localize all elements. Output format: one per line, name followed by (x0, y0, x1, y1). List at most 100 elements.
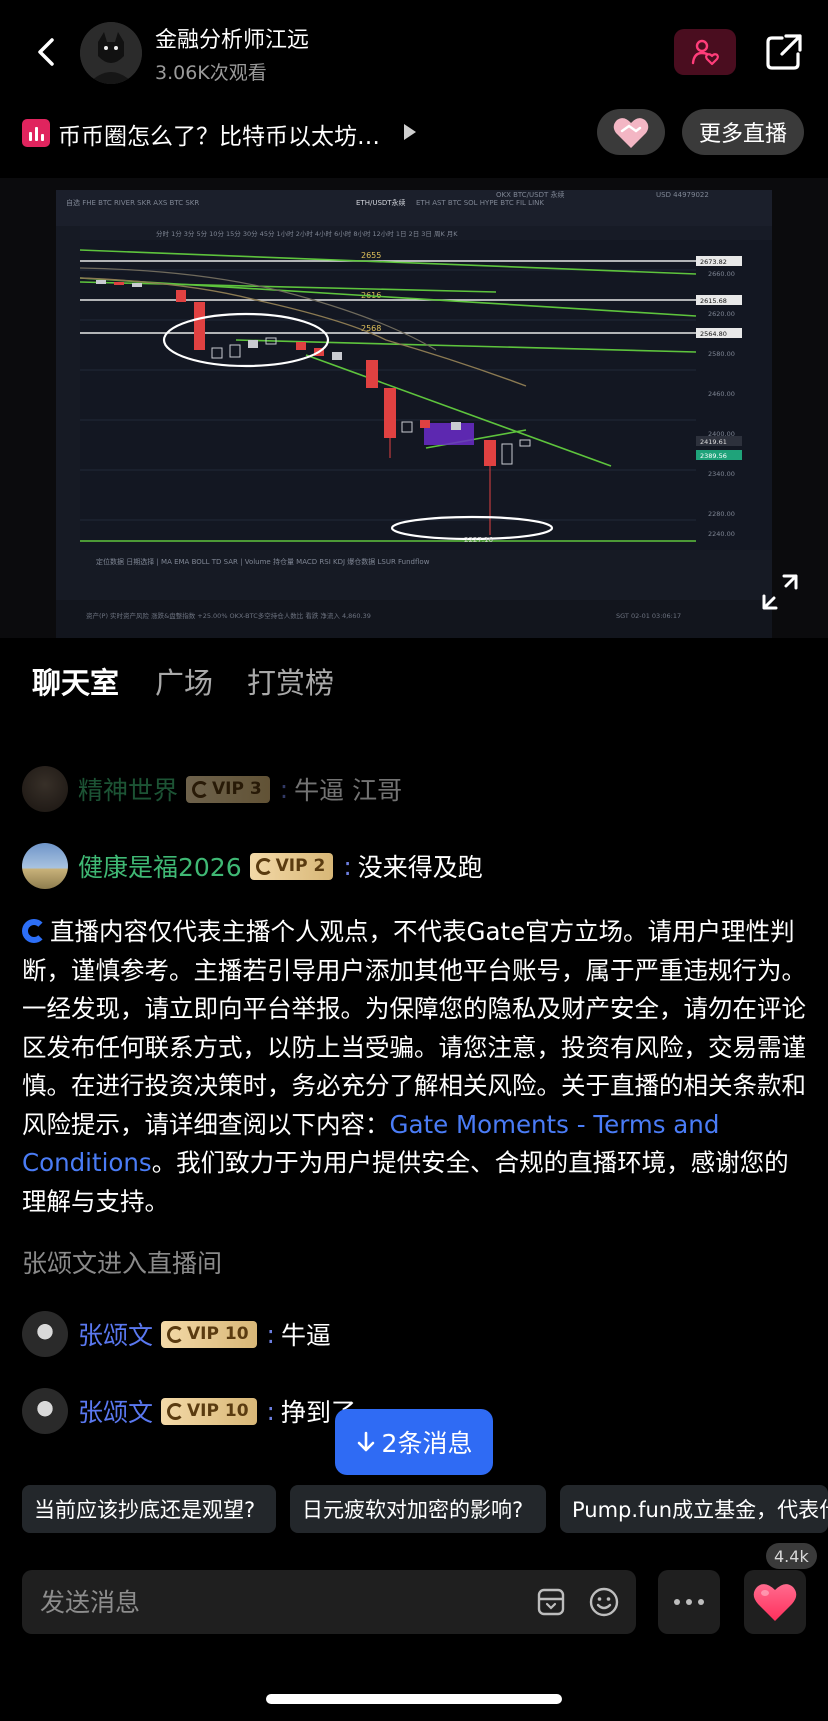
svg-text:2240.00: 2240.00 (708, 530, 735, 538)
chat-tabs: 聊天室 广场 打赏榜 (0, 660, 828, 710)
more-live-button[interactable]: 更多直播 (682, 109, 804, 155)
vip-badge: VIP 2 (249, 852, 334, 880)
live-video[interactable]: 自选 FHE BTC RIVER SKR AXS BTC SKR ETH/USD… (0, 178, 828, 638)
tab-square[interactable]: 广场 (155, 660, 213, 702)
vip-badge: VIP 10 (161, 1397, 257, 1425)
candlestick-chart-graphic: 自选 FHE BTC RIVER SKR AXS BTC SKR ETH/USD… (56, 190, 772, 638)
platform-disclaimer: 直播内容仅代表主播个人观点，不代表Gate官方立场。请用户理性判断，谨慎参考。主… (22, 913, 812, 1221)
like-count-badge: 4.4k (766, 1543, 817, 1569)
chat-colon: : (266, 1396, 275, 1426)
dot-icon (698, 1599, 704, 1605)
svg-text:USD 44979022: USD 44979022 (656, 191, 709, 199)
chat-colon: : (279, 774, 289, 804)
back-chevron-left-icon[interactable] (26, 30, 70, 74)
user-avatar[interactable] (22, 1311, 68, 1357)
svg-text:2620.00: 2620.00 (708, 310, 735, 318)
emoji-smile-icon[interactable] (588, 1586, 620, 1618)
low-price-label: 2227.16 (464, 536, 493, 544)
follow-button[interactable] (674, 29, 736, 75)
user-heart-icon (691, 39, 719, 66)
svg-text:自选 FHE BTC RIVER SKR AXS BTC S: 自选 FHE BTC RIVER SKR AXS BTC SKR (66, 198, 199, 207)
svg-text:2280.00: 2280.00 (708, 510, 735, 518)
chat-message: 张颂文 VIP 10 : 牛逼 (22, 1310, 331, 1358)
svg-text:2460.00: 2460.00 (708, 390, 735, 398)
message-input[interactable] (40, 1584, 520, 1620)
new-messages-button[interactable]: 2条消息 (335, 1409, 493, 1475)
chat-username[interactable]: 健康是福2026 (78, 848, 242, 884)
sticker-panel-icon[interactable] (536, 1587, 566, 1617)
chat-text: 牛逼 (280, 1321, 331, 1350)
user-avatar[interactable] (22, 1388, 68, 1434)
suggestion-chip[interactable]: 日元疲软对加密的影响? (290, 1485, 546, 1533)
svg-text:2580.00: 2580.00 (708, 350, 735, 358)
svg-text:2660.00: 2660.00 (708, 270, 735, 278)
svg-text:2340.00: 2340.00 (708, 470, 735, 478)
dot-icon (686, 1599, 692, 1605)
chat-username[interactable]: 张颂文 (78, 1393, 153, 1429)
live-bars-icon (22, 119, 50, 147)
price-tag-5: 2389.56 (700, 452, 727, 460)
chat-text: 牛逼 江哥 (294, 776, 403, 805)
home-indicator (266, 1694, 562, 1704)
vip-level: VIP 2 (275, 856, 326, 876)
gate-coin-icon (167, 1402, 185, 1420)
play-triangle-icon[interactable] (404, 124, 416, 140)
vip-badge: VIP 10 (161, 1320, 257, 1348)
vip-level: VIP 3 (212, 779, 262, 799)
trading-chart-screen: 自选 FHE BTC RIVER SKR AXS BTC SKR ETH/USD… (56, 190, 772, 638)
svg-text:ETH/USDT永续: ETH/USDT永续 (356, 198, 406, 207)
stream-title[interactable]: 币币圈怎么了？比特币以太坊… (58, 117, 380, 151)
header: 金融分析师江远 3.06K次观看 (0, 0, 828, 100)
tab-chatroom[interactable]: 聊天室 (32, 660, 119, 702)
host-avatar-image (80, 22, 142, 84)
user-avatar[interactable] (22, 766, 68, 812)
host-avatar[interactable] (80, 22, 142, 84)
chat-message: 健康是福2026 VIP 2 : 没来得及跑 (22, 842, 483, 890)
svg-text:ETH AST BTC SOL HYPE BTC FIL L: ETH AST BTC SOL HYPE BTC FIL LINK (416, 199, 544, 207)
price-tag-1: 2673.82 (700, 258, 727, 266)
chat-message: 精神世界 VIP 3 : 牛逼 江哥 (22, 765, 402, 813)
gate-coin-icon (192, 780, 210, 798)
host-name[interactable]: 金融分析师江远 (155, 22, 309, 54)
stream-title-row[interactable]: 币币圈怎么了？比特币以太坊… 更多直播 (0, 104, 828, 160)
tab-tip-ranking[interactable]: 打赏榜 (247, 660, 334, 702)
chat-text: 没来得及跑 (357, 853, 483, 882)
suggestion-chip[interactable]: 当前应该抄底还是观望? (22, 1485, 276, 1533)
svg-text:分时 1分 3分 5分 10分 15分 30分 45分 1小: 分时 1分 3分 5分 10分 15分 30分 45分 1小时 2小时 4小时 … (156, 229, 458, 238)
chat-colon: : (266, 1319, 275, 1349)
system-join-message: 张颂文进入直播间 (22, 1249, 223, 1278)
disclaimer-text: 直播内容仅代表主播个人观点，不代表Gate官方立场。请用户理性判断，谨慎参考。主… (22, 917, 806, 1139)
gate-logo-icon (22, 919, 46, 943)
user-avatar[interactable] (22, 843, 68, 889)
gate-coin-icon (255, 857, 273, 875)
chat-username[interactable]: 张颂文 (78, 1316, 153, 1352)
gift-button[interactable] (597, 109, 665, 155)
level-label-2568: 2568 (361, 324, 381, 333)
view-count: 3.06K次观看 (155, 62, 267, 84)
price-tag-3: 2564.80 (700, 330, 727, 338)
chat-username[interactable]: 精神世界 (78, 771, 178, 807)
share-icon[interactable] (762, 30, 806, 74)
fullscreen-expand-icon[interactable] (760, 572, 800, 612)
more-options-button[interactable] (658, 1570, 720, 1634)
heart-icon (753, 1584, 797, 1621)
dot-icon (674, 1599, 680, 1605)
handshake-heart-icon (613, 118, 649, 148)
price-tag-2: 2615.68 (700, 297, 727, 305)
vip-level: VIP 10 (187, 1401, 249, 1421)
price-tag-4: 2419.61 (700, 438, 727, 446)
svg-text:OKX BTC/USDT 永续: OKX BTC/USDT 永续 (496, 190, 565, 199)
vip-level: VIP 10 (187, 1324, 249, 1344)
new-messages-label: 2条消息 (381, 1429, 473, 1458)
suggestion-chip[interactable]: Pump.fun成立基金，代表什么 (560, 1485, 828, 1533)
vip-badge: VIP 3 (186, 775, 270, 803)
svg-text:资产(P) 实时资产风险 涨跌&盘整指数 +25.00% O: 资产(P) 实时资产风险 涨跌&盘整指数 +25.00% OKX-BTC多空持仓… (86, 611, 371, 620)
chat-colon: : (343, 851, 352, 881)
like-button[interactable] (744, 1570, 806, 1634)
svg-text:SGT 02-01 03:06:17: SGT 02-01 03:06:17 (616, 612, 681, 620)
arrow-down-icon (357, 1431, 374, 1452)
message-input-box[interactable] (22, 1570, 636, 1634)
gate-coin-icon (167, 1325, 185, 1343)
chat-message: 张颂文 VIP 10 : 挣到了 (22, 1387, 356, 1435)
svg-text:定位数据 日期选择 | MA EMA BOLL TD SAR: 定位数据 日期选择 | MA EMA BOLL TD SAR | Volume … (96, 557, 430, 566)
